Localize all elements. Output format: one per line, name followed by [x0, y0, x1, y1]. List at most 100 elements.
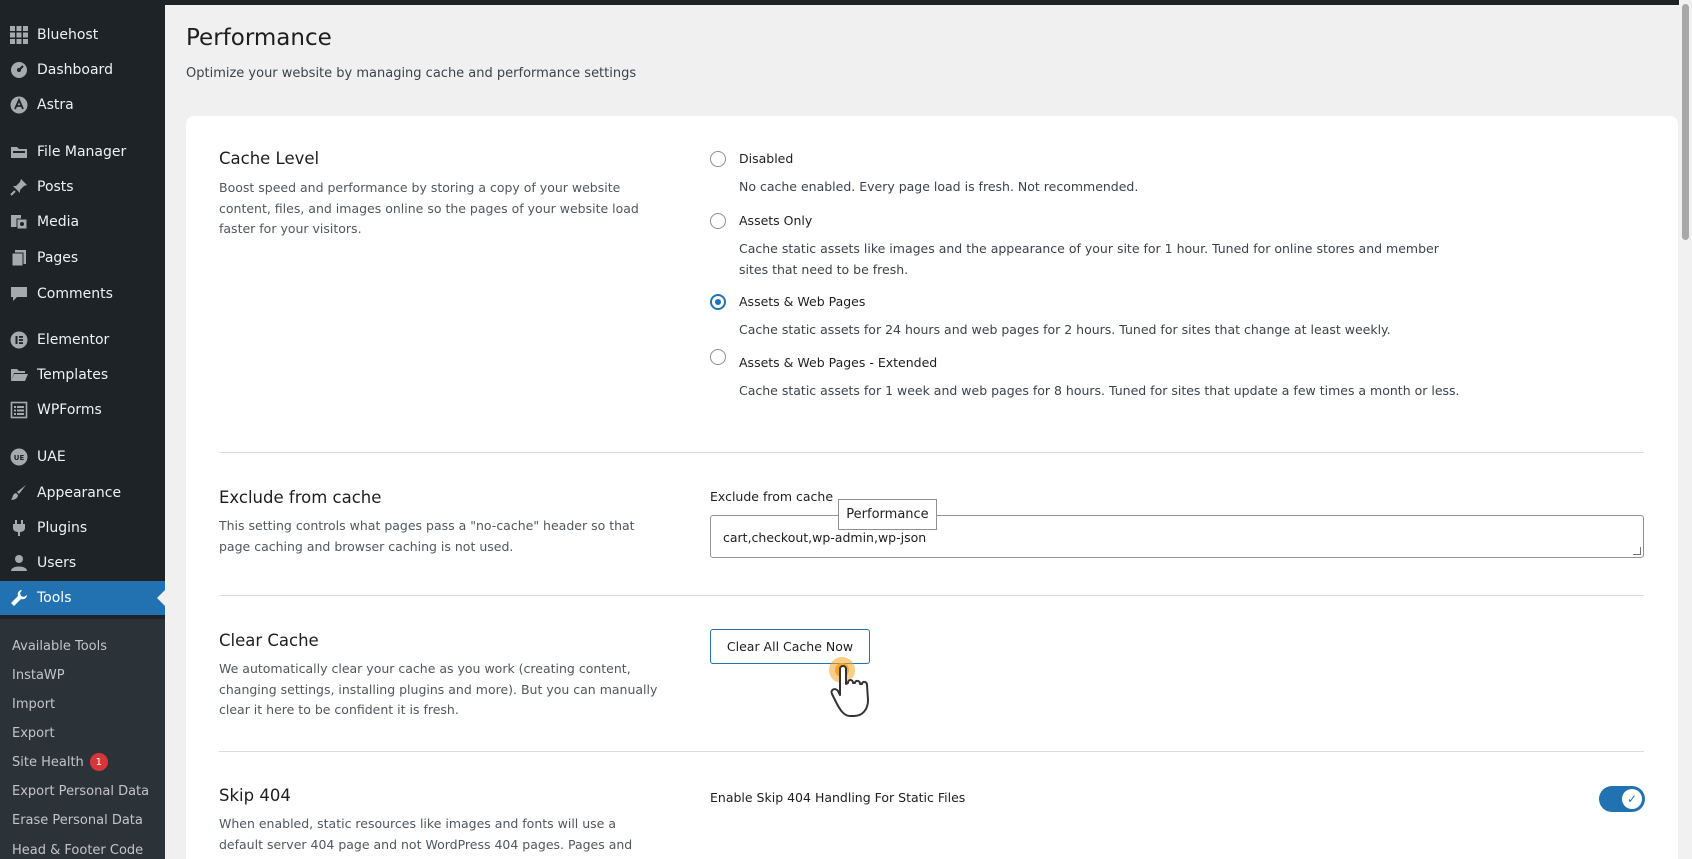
notification-badge: 1 — [89, 753, 108, 771]
skip404-toggle-label: Enable Skip 404 Handling For Static File… — [710, 790, 966, 805]
pin-icon — [9, 177, 29, 197]
wrench-icon — [9, 588, 29, 608]
sidebar-item-comments[interactable]: Comments — [0, 277, 165, 311]
exclude-title: Exclude from cache — [219, 488, 382, 507]
radio-label-assets-web-pages[interactable]: Assets & Web Pages — [739, 294, 865, 309]
sidebar-item-label: Media — [37, 214, 80, 230]
submenu-item-export[interactable]: Export — [12, 723, 55, 743]
submenu-item-import[interactable]: Import — [12, 694, 55, 714]
sidebar-item-appearance[interactable]: Appearance — [0, 476, 165, 510]
radio-label-assets-only[interactable]: Assets Only — [739, 213, 812, 228]
sidebar-item-label: Pages — [37, 250, 79, 266]
media-icon — [9, 212, 29, 232]
sidebar-item-media[interactable]: Media — [0, 205, 165, 239]
submenu-item-label: InstaWP — [12, 667, 65, 683]
folder-icon — [9, 142, 29, 162]
sidebar-item-astra[interactable]: Astra — [0, 88, 165, 122]
sidebar-item-label: WPForms — [37, 402, 102, 418]
sidebar-item-label: Tools — [37, 590, 72, 606]
submenu-item-label: Site Health — [12, 754, 84, 770]
sidebar-item-plugins[interactable]: Plugins — [0, 511, 165, 545]
skip404-toggle[interactable]: ✓ — [1599, 786, 1645, 812]
dashboard-icon — [9, 60, 29, 80]
active-indicator — [157, 590, 165, 606]
sidebar-item-label: Posts — [37, 179, 74, 195]
clear-cache-description: We automatically clear your cache as you… — [219, 661, 658, 717]
radio-desc-assets-web-pages-extended: Cache static assets for 1 week and web p… — [739, 383, 1460, 398]
page-scrollbar[interactable] — [1679, 0, 1692, 859]
user-icon — [9, 553, 29, 573]
sidebar-item-tools[interactable]: Tools — [0, 581, 165, 615]
section-divider — [219, 452, 1644, 453]
astra-icon — [9, 95, 29, 115]
submenu-item-label: Export — [12, 725, 55, 741]
folder-open-icon — [9, 365, 29, 385]
submenu-item-head-footer-code[interactable]: Head & Footer Code — [12, 840, 143, 859]
submenu-item-available-tools[interactable]: Available Tools — [12, 636, 107, 656]
exclude-textarea-value: cart,checkout,wp-admin,wp-json — [723, 530, 927, 545]
sidebar-item-label: Bluehost — [37, 27, 99, 43]
pages-icon — [9, 248, 29, 268]
radio-desc-assets-web-pages: Cache static assets for 24 hours and web… — [739, 322, 1391, 337]
admin-sidebar: Bluehost Dashboard Astra File Manager Po… — [0, 0, 165, 859]
grid-icon — [9, 25, 29, 45]
svg-text:UE: UE — [14, 454, 25, 462]
sidebar-item-pages[interactable]: Pages — [0, 241, 165, 275]
sidebar-item-uae[interactable]: UE UAE — [0, 440, 165, 474]
sidebar-item-users[interactable]: Users — [0, 546, 165, 580]
sidebar-item-bluehost[interactable]: Bluehost — [0, 18, 165, 52]
resize-handle-icon[interactable] — [1633, 547, 1641, 555]
sidebar-item-label: File Manager — [37, 144, 127, 160]
sidebar-item-label: Appearance — [37, 485, 122, 501]
sidebar-item-label: Templates — [37, 367, 109, 383]
submenu-item-site-health[interactable]: Site Health 1 — [12, 752, 108, 772]
tooltip: Performance — [838, 499, 937, 530]
radio-desc-disabled: No cache enabled. Every page load is fre… — [739, 179, 1139, 194]
radio-assets-web-pages-extended[interactable] — [710, 349, 726, 365]
page-title: Performance — [186, 25, 332, 51]
page-subtitle: Optimize your website by managing cache … — [186, 66, 637, 81]
sidebar-item-label: Comments — [37, 286, 113, 302]
cache-level-title: Cache Level — [219, 149, 320, 168]
exclude-field-label: Exclude from cache — [710, 489, 834, 504]
submenu-item-label: Erase Personal Data — [12, 812, 143, 828]
sidebar-item-dashboard[interactable]: Dashboard — [0, 53, 165, 87]
sidebar-item-elementor[interactable]: Elementor — [0, 323, 165, 357]
radio-disabled[interactable] — [710, 151, 726, 167]
sidebar-item-label: Elementor — [37, 332, 110, 348]
sidebar-item-label: UAE — [37, 449, 66, 465]
radio-assets-web-pages[interactable] — [710, 294, 726, 310]
submenu-item-instawp[interactable]: InstaWP — [12, 665, 65, 685]
radio-assets-only[interactable] — [710, 213, 726, 229]
tools-submenu: Available Tools InstaWP Import Export Si… — [0, 619, 165, 859]
elementor-icon — [9, 330, 29, 350]
uae-icon: UE — [9, 447, 29, 467]
submenu-item-export-personal-data[interactable]: Export Personal Data — [12, 781, 149, 801]
plug-icon — [9, 518, 29, 538]
sidebar-item-wpforms[interactable]: WPForms — [0, 393, 165, 427]
section-divider — [219, 751, 1644, 752]
radio-label-assets-web-pages-extended[interactable]: Assets & Web Pages - Extended — [739, 355, 937, 370]
clear-cache-title: Clear Cache — [219, 631, 319, 650]
submenu-item-label: Available Tools — [12, 638, 107, 654]
form-icon — [9, 400, 29, 420]
submenu-item-label: Import — [12, 696, 56, 712]
scrollbar-thumb[interactable] — [1682, 4, 1689, 240]
sidebar-item-file-manager[interactable]: File Manager — [0, 135, 165, 169]
sidebar-item-label: Users — [37, 555, 77, 571]
skip404-description: When enabled, static resources like imag… — [219, 816, 633, 859]
radio-desc-assets-only: Cache static assets like images and the … — [739, 241, 1439, 277]
section-divider — [219, 595, 1644, 596]
submenu-item-erase-personal-data[interactable]: Erase Personal Data — [12, 810, 143, 830]
brush-icon — [9, 483, 29, 503]
hand-cursor-icon — [829, 657, 869, 717]
sidebar-item-posts[interactable]: Posts — [0, 170, 165, 204]
comment-icon — [9, 284, 29, 304]
sidebar-item-label: Plugins — [37, 520, 88, 536]
submenu-item-label: Head & Footer Code — [12, 842, 144, 858]
radio-label-disabled[interactable]: Disabled — [739, 151, 793, 166]
cache-level-description: Boost speed and performance by storing a… — [219, 180, 639, 236]
sidebar-item-templates[interactable]: Templates — [0, 358, 165, 392]
sidebar-item-label: Dashboard — [37, 62, 113, 78]
check-icon: ✓ — [1622, 789, 1642, 809]
